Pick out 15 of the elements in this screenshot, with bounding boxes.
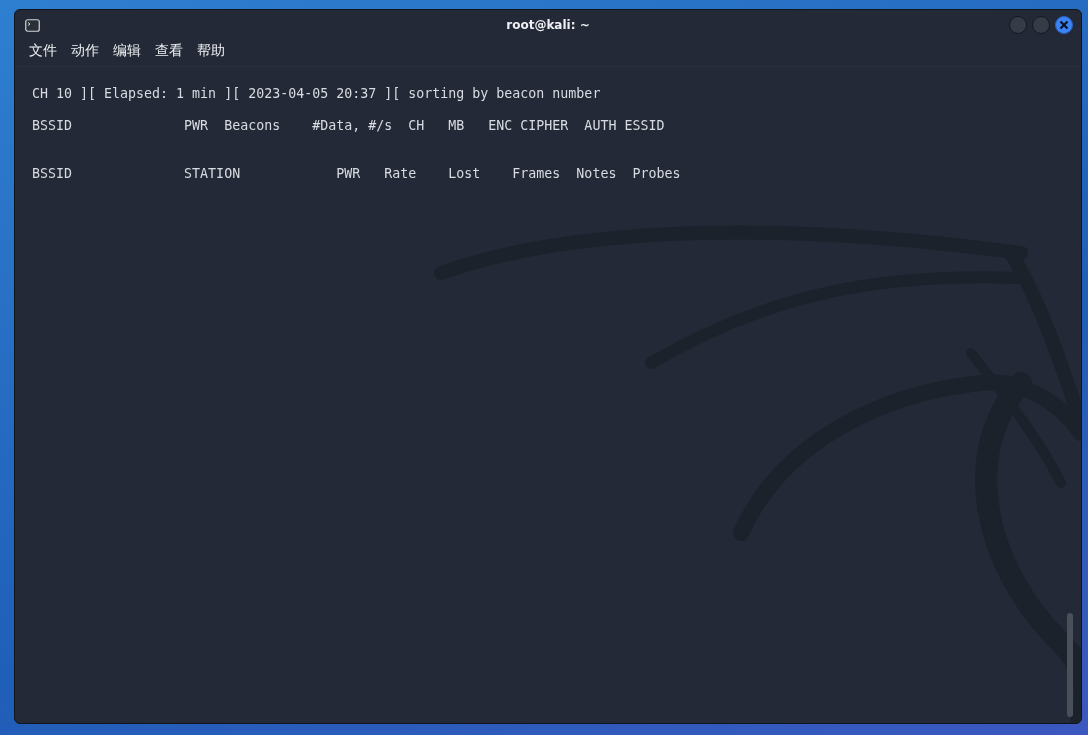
menu-item[interactable]: 帮助 — [197, 42, 225, 60]
menu-item[interactable]: 编辑 — [113, 42, 141, 60]
menu-item[interactable]: 动作 — [71, 42, 99, 60]
terminal-icon — [25, 18, 40, 32]
close-button[interactable] — [1055, 16, 1073, 34]
maximize-button[interactable] — [1032, 16, 1050, 34]
minimize-button[interactable] — [1009, 16, 1027, 34]
terminal-line: BSSID STATION PWR Rate Lost Frames Notes Probes — [32, 166, 681, 182]
terminal-line: BSSID PWR Beacons #Data, #/s CH MB ENC CIPHER AUTH ESSID — [32, 118, 665, 134]
menu-item[interactable]: 文件 — [29, 42, 57, 60]
close-icon — [1059, 20, 1069, 30]
scroll-bar[interactable] — [1067, 613, 1073, 717]
window-title: root@kali: ~ — [506, 18, 590, 32]
terminal-line: CH 10 ][ Elapsed: 1 min ][ 2023-04-05 20:37 ][ sorting by beacon number — [32, 86, 601, 102]
menu-item[interactable]: 查看 — [155, 42, 183, 60]
